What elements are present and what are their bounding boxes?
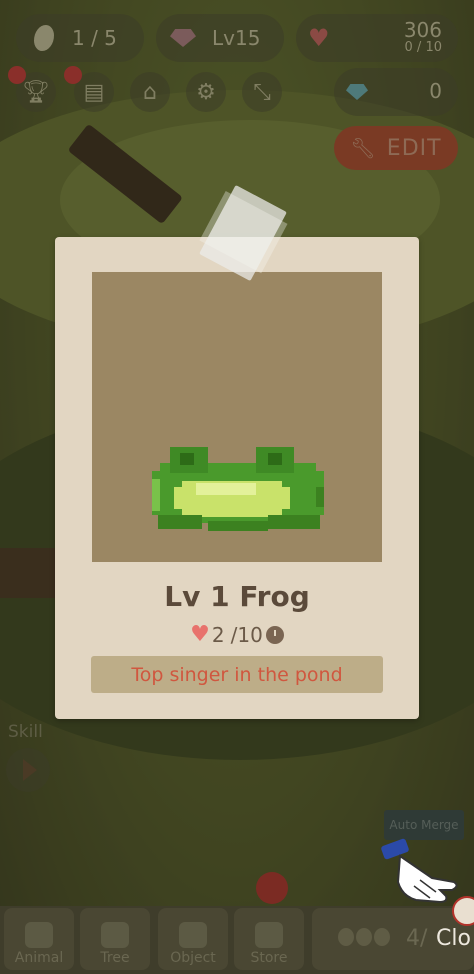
object-icon [179, 922, 207, 948]
gems-value: 0 [429, 79, 442, 103]
shrink-icon: ⤡ [253, 79, 271, 105]
notification-dot [64, 66, 82, 84]
queue-eggs [338, 928, 390, 946]
leaf-icon [34, 25, 54, 51]
tab-label: Animal [14, 950, 64, 966]
description-text: Top singer in the pond [131, 663, 343, 686]
edit-label: EDIT [386, 135, 442, 161]
trophy-icon: 🏆︎ [22, 79, 50, 105]
tab-label: Object [170, 950, 216, 966]
shrink-button[interactable]: ⤡ [242, 72, 282, 112]
settings-button[interactable]: ⚙ [186, 72, 226, 112]
gems-counter[interactable]: 0 [334, 68, 458, 116]
tab-object[interactable]: Object [158, 908, 228, 970]
tab-tree[interactable]: Tree [80, 908, 150, 970]
shop-button[interactable]: ⌂ [130, 72, 170, 112]
wrench-icon: 🔧︎ [350, 136, 377, 160]
frog-sprite [152, 447, 324, 531]
card-description: Top singer in the pond [91, 656, 383, 693]
leaves-value: 1 / 5 [72, 26, 117, 50]
cart-icon [255, 922, 283, 948]
queue-count: 4/ [406, 926, 428, 951]
tab-label: Store [250, 950, 288, 966]
diamond-icon [346, 84, 368, 100]
skill-label: Skill [8, 722, 43, 742]
book-icon: ▤ [83, 79, 105, 105]
spawn-button[interactable] [256, 872, 288, 904]
card-stats: ♥ 2 /10 [55, 622, 419, 647]
tab-label: Tree [100, 950, 130, 966]
heart-icon: ♥ [190, 622, 210, 647]
leaves-counter: 1 / 5 [16, 14, 144, 62]
tab-animal[interactable]: Animal [4, 908, 74, 970]
animal-icon [25, 922, 53, 948]
heart-icon: ♥ [308, 24, 330, 52]
level-value: Lv15 [212, 26, 261, 50]
level-counter: Lv15 [156, 14, 284, 62]
hearts-counter: ♥ 306 0 / 10 [296, 14, 458, 62]
edit-button[interactable]: 🔧︎ EDIT [334, 126, 458, 170]
hand-pointer-icon [381, 838, 458, 904]
tree-icon [101, 922, 129, 948]
timer-value: /10 [230, 622, 263, 647]
timer-icon [265, 625, 284, 644]
shop-icon: ⌂ [143, 79, 157, 105]
notification-dot [8, 66, 26, 84]
hearts-progress: 0 / 10 [404, 40, 442, 55]
gear-icon: ⚙ [196, 79, 216, 105]
hearts-count: 2 [211, 622, 225, 647]
hearts-value: 306 [403, 18, 442, 42]
tab-store[interactable]: Store [234, 908, 304, 970]
gem-icon [170, 29, 196, 47]
close-button-label[interactable]: Clo [436, 926, 471, 951]
skill-play-button[interactable] [6, 748, 50, 792]
card-title: Lv 1 Frog [164, 580, 310, 613]
